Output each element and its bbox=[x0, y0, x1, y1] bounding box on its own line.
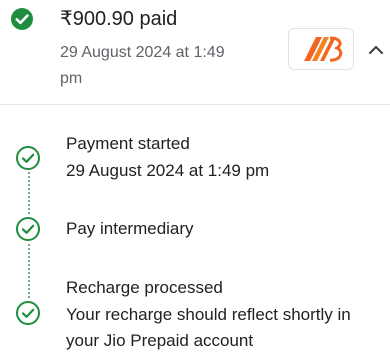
step-title: Payment started bbox=[66, 134, 190, 153]
payment-datetime: 29 August 2024 at 1:49 pm bbox=[60, 44, 225, 87]
bank-of-baroda-logo-icon bbox=[296, 34, 346, 64]
check-circle-outline-icon bbox=[16, 146, 40, 170]
timeline-connector bbox=[28, 172, 30, 214]
payment-summary-header[interactable]: ₹900.90 paid 29 August 2024 at 1:49 pm bbox=[0, 0, 390, 104]
section-divider bbox=[0, 104, 390, 105]
check-circle-outline-icon bbox=[16, 301, 40, 325]
bank-logo bbox=[288, 28, 354, 70]
timeline-connector bbox=[28, 244, 30, 298]
step-subtitle: 29 August 2024 at 1:49 pm bbox=[66, 161, 270, 180]
step-title: Recharge processed bbox=[66, 278, 223, 297]
step-subtitle: Your recharge should reflect shortly in … bbox=[66, 305, 351, 350]
check-circle-filled-icon bbox=[11, 8, 33, 30]
payment-amount-status: ₹900.90 paid bbox=[60, 8, 178, 30]
check-circle-outline-icon bbox=[16, 217, 40, 241]
step-title: Pay intermediary bbox=[66, 219, 194, 238]
chevron-up-icon[interactable] bbox=[364, 38, 388, 62]
